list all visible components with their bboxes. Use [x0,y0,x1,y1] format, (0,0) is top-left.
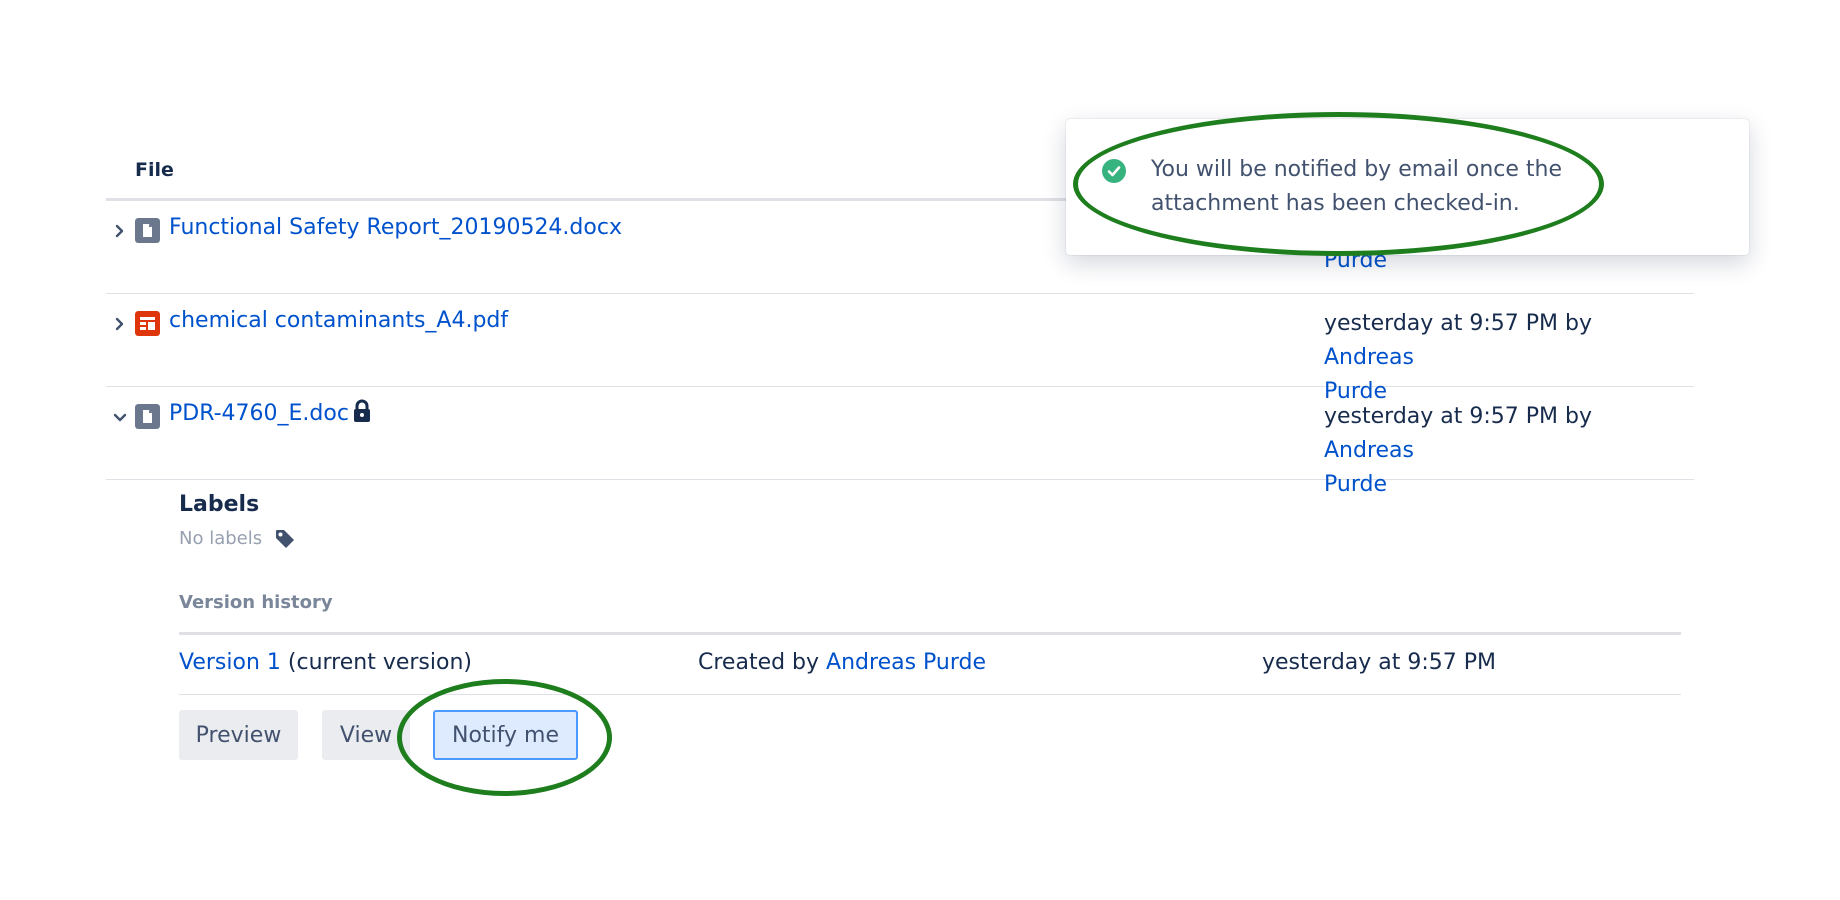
flag-message: You will be notified by email once the a… [1151,153,1671,221]
chevron-right-icon[interactable] [112,316,128,332]
success-flag: You will be notified by email once the a… [1066,119,1749,255]
created-by-author-link[interactable]: Andreas Purde [826,650,986,675]
attachment-link[interactable]: chemical contaminants_A4.pdf [169,308,508,333]
attachment-link[interactable]: PDR-4760_E.doc [169,401,349,426]
pdf-file-icon [135,311,160,336]
document-file-icon [135,218,160,243]
no-labels-text: No labels [179,528,263,549]
preview-button[interactable]: Preview [179,710,298,760]
document-file-icon [135,404,160,429]
success-check-icon [1102,159,1126,183]
notify-me-button[interactable]: Notify me [433,710,578,760]
version-link[interactable]: Version 1 [179,650,281,675]
created-by-cell: Created by Andreas Purde [698,650,986,675]
modified-time: yesterday at 9:57 PM by [1324,311,1593,336]
lock-icon [354,399,370,422]
labels-empty-text: No labels [179,528,296,550]
version-date: yesterday at 9:57 PM [1262,650,1497,675]
modified-time: yesterday at 9:57 PM by [1324,404,1593,429]
version-history-heading: Version history [179,592,333,613]
chevron-down-icon[interactable] [112,409,128,425]
table-row-expanded: PDR-4760_E.doc yesterday at 9:57 PM by A… [106,387,1694,497]
tag-icon[interactable] [274,528,296,550]
flag-message-line1: You will be notified by email once the [1151,157,1562,182]
author-link[interactable]: Purde [1324,472,1387,497]
version-suffix: (current version) [280,650,472,675]
column-header-file[interactable]: File [135,159,174,181]
view-button[interactable]: View [322,710,410,760]
author-link[interactable]: Andreas [1324,345,1414,370]
chevron-right-icon[interactable] [112,223,128,239]
modified-info: yesterday at 9:57 PM by Andreas Purde [1324,400,1684,502]
labels-heading: Labels [179,492,260,517]
flag-message-line2: attachment has been checked-in. [1151,191,1520,216]
version-cell: Version 1 (current version) [179,650,472,675]
author-link[interactable]: Andreas [1324,438,1414,463]
table-row: chemical contaminants_A4.pdf yesterday a… [106,294,1694,404]
version-history-table: Version 1 (current version) Created by A… [179,632,1681,695]
attachment-link[interactable]: Functional Safety Report_20190524.docx [169,215,622,240]
created-by-prefix: Created by [698,650,827,675]
